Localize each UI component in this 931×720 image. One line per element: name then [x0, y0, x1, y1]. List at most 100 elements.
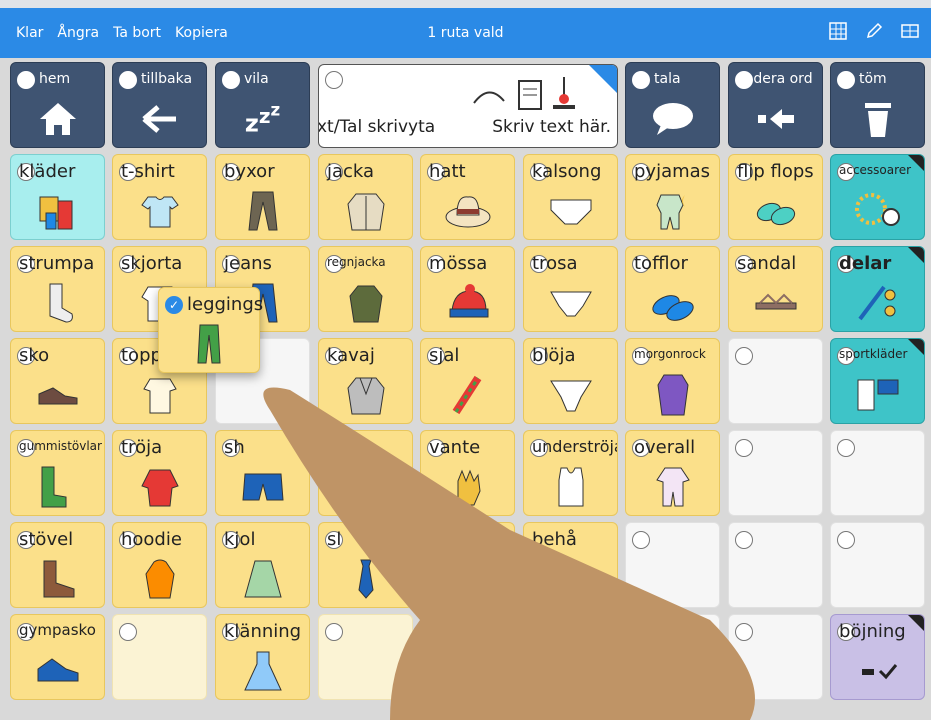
select-radio[interactable] [735, 531, 753, 549]
cell-empty[interactable] [625, 522, 720, 608]
edit-toolbar: Klar Ångra Ta bort Kopiera 1 ruta vald [0, 8, 931, 58]
cell-tshirt[interactable]: t-shirt [112, 154, 207, 240]
status-bar [0, 0, 931, 8]
text-area-placeholder: Skriv text här. [492, 117, 611, 137]
cell-sandal[interactable]: sandal [728, 246, 823, 332]
select-radio[interactable] [735, 439, 753, 457]
cell-byxor[interactable]: byxor [215, 154, 310, 240]
select-radio[interactable] [325, 623, 343, 641]
layout-icon[interactable] [899, 20, 921, 42]
cell-regnjacka[interactable]: regnjacka [318, 246, 413, 332]
cell-gympasko[interactable]: gympasko [10, 614, 105, 700]
dragged-cell-leggings[interactable]: ✓ leggings [158, 287, 263, 373]
cell-hoodie[interactable]: hoodie [112, 522, 207, 608]
cell-kavaj[interactable]: kavaj [318, 338, 413, 424]
cell-empty[interactable] [112, 614, 207, 700]
cell-hatt[interactable]: hatt [420, 154, 515, 240]
clear-button[interactable]: töm [830, 62, 925, 148]
edit-corner-icon[interactable] [589, 65, 617, 93]
select-radio[interactable] [837, 439, 855, 457]
cell-sko[interactable]: sko [10, 338, 105, 424]
cell-undertroja[interactable]: underströja [523, 430, 618, 516]
cell-troja[interactable]: tröja [112, 430, 207, 516]
delete-word-button[interactable]: radera ord [728, 62, 823, 148]
cell-overall[interactable]: overall [625, 430, 720, 516]
cell-empty[interactable] [625, 614, 720, 700]
cell-beha[interactable]: behå [523, 522, 618, 608]
cell-item[interactable]: m [318, 430, 413, 516]
select-radio[interactable] [632, 71, 650, 89]
cell-delar[interactable]: delar [830, 246, 925, 332]
cell-empty[interactable] [830, 430, 925, 516]
cell-label: flip flops [737, 161, 814, 182]
cell-item[interactable] [420, 522, 515, 608]
cell-empty[interactable] [318, 614, 413, 700]
cell-mossa[interactable]: mössa [420, 246, 515, 332]
cell-empty[interactable] [728, 522, 823, 608]
cell-label: böjning [839, 621, 906, 642]
cell-empty[interactable] [728, 430, 823, 516]
cell-empty[interactable] [728, 614, 823, 700]
cell-kalsong[interactable]: kalsong [523, 154, 618, 240]
shorts-icon [216, 465, 309, 509]
cell-label: hem [39, 71, 71, 87]
cell-vante[interactable]: vante [420, 430, 515, 516]
cell-label: tala [654, 71, 681, 87]
select-radio[interactable] [325, 71, 343, 89]
select-radio[interactable] [632, 531, 650, 549]
selected-check-icon[interactable]: ✓ [165, 296, 183, 314]
select-radio[interactable] [222, 71, 240, 89]
sneakers-icon [11, 649, 104, 693]
select-radio[interactable] [119, 623, 137, 641]
cell-klanning[interactable]: klänning [215, 614, 310, 700]
cell-accessoarer[interactable]: accessoarer [830, 154, 925, 240]
cell-label: jacka [327, 161, 375, 182]
backspace-icon [729, 97, 822, 141]
cell-klader[interactable]: kläder [10, 154, 105, 240]
home-button[interactable]: hem [10, 62, 105, 148]
cell-empty[interactable] [830, 522, 925, 608]
cell-flipflops[interactable]: flip flops [728, 154, 823, 240]
select-radio[interactable] [119, 71, 137, 89]
back-button[interactable]: tillbaka [112, 62, 207, 148]
cell-sjal[interactable]: sjal [420, 338, 515, 424]
cell-kjol[interactable]: kjol [215, 522, 310, 608]
select-radio[interactable] [735, 347, 753, 365]
select-radio[interactable] [837, 531, 855, 549]
cell-stovel[interactable]: stövel [10, 522, 105, 608]
select-radio[interactable] [17, 71, 35, 89]
select-radio[interactable] [735, 623, 753, 641]
select-radio[interactable] [837, 71, 855, 89]
pencil-icon[interactable] [863, 20, 885, 42]
cell-morgonrock[interactable]: morgonrock [625, 338, 720, 424]
cell-empty[interactable] [728, 338, 823, 424]
cell-gummistovlar[interactable]: gummistövlar [10, 430, 105, 516]
cell-label: sandal [737, 253, 797, 274]
cell-label: trosa [532, 253, 578, 274]
glove-icon [421, 465, 514, 509]
cell-shorts[interactable]: sh [215, 430, 310, 516]
cell-pyjamas[interactable]: pyjamas [625, 154, 720, 240]
cell-tofflor[interactable]: tofflor [625, 246, 720, 332]
overall-icon [626, 465, 719, 509]
cell-item[interactable]: sl [318, 522, 413, 608]
cell-sportklader[interactable]: sportkläder [830, 338, 925, 424]
speak-button[interactable]: tala [625, 62, 720, 148]
cell-label: jeans [224, 253, 272, 274]
cell-label: tröja [121, 437, 163, 458]
rest-button[interactable]: vila zzz [215, 62, 310, 148]
cell-empty[interactable] [420, 614, 515, 700]
grid-edit-icon[interactable] [827, 20, 849, 42]
cell-trosa[interactable]: trosa [523, 246, 618, 332]
cell-empty[interactable] [523, 614, 618, 700]
cell-strumpa[interactable]: strumpa [10, 246, 105, 332]
cell-bloja[interactable]: blöja [523, 338, 618, 424]
sweater-icon [113, 465, 206, 509]
cell-label: sjal [429, 345, 460, 366]
speech-text-area[interactable]: xt/Tal skrivyta Skriv text här. [318, 64, 618, 148]
cell-jacka[interactable]: jacka [318, 154, 413, 240]
cell-label: klänning [224, 621, 302, 642]
underpants-icon [524, 189, 617, 233]
cell-label: overall [634, 437, 696, 458]
cell-bojning[interactable]: böjning [830, 614, 925, 700]
